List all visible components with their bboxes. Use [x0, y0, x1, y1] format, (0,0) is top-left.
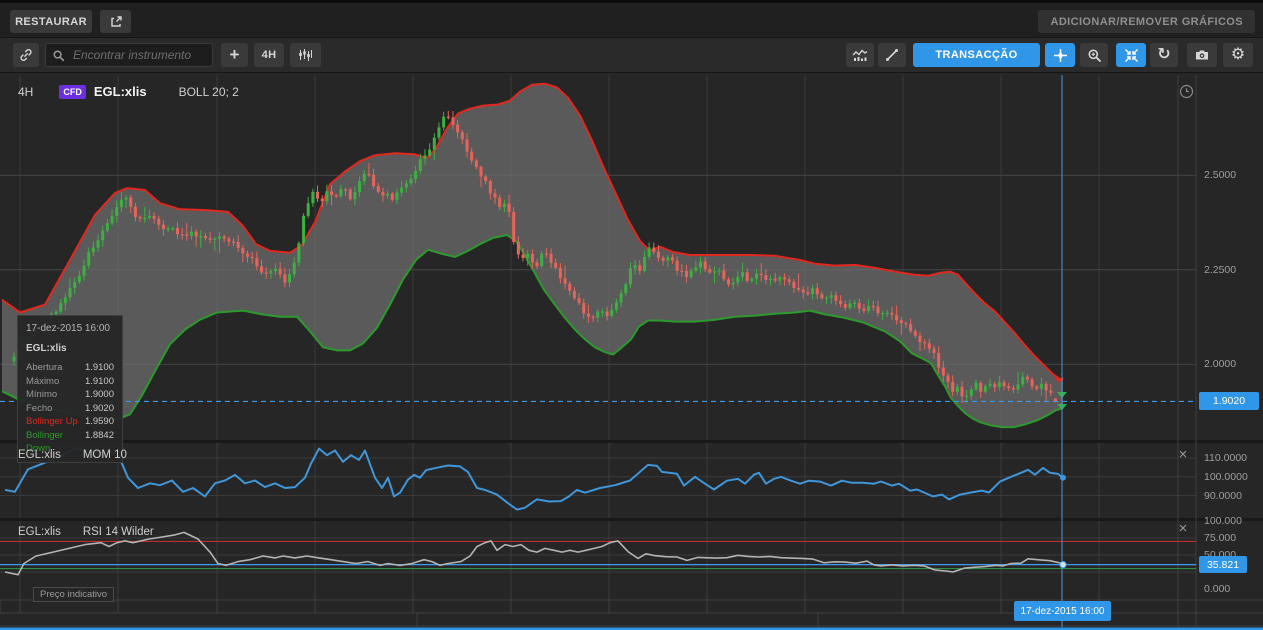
price-axis-label: 2.2500: [1204, 264, 1236, 276]
tooltip-row: Abertura1.9100: [26, 361, 114, 375]
add-instrument-button[interactable]: +: [221, 43, 248, 67]
indicator-button[interactable]: [846, 43, 874, 67]
cfd-badge: CFD: [59, 85, 86, 99]
refresh-button[interactable]: ↻: [1150, 43, 1178, 67]
mom-panel-header: EGL:xlis MOM 10: [18, 449, 127, 461]
tooltip-row: Fecho1.9020: [26, 402, 114, 416]
rsi-value-badge: 35.821: [1199, 556, 1247, 573]
plus-icon: +: [230, 45, 240, 65]
external-link-icon: [109, 15, 123, 29]
restore-button[interactable]: RESTAURAR: [10, 10, 92, 33]
open-window-button[interactable]: [100, 10, 131, 33]
add-remove-charts-button[interactable]: ADICIONAR/REMOVER GRÁFICOS: [1038, 10, 1255, 33]
camera-icon: [1194, 48, 1210, 62]
instrument-search[interactable]: [45, 43, 213, 67]
zoom-in-icon: [1087, 48, 1102, 63]
search-icon: [52, 49, 65, 62]
rsi-axis-label: 0.000: [1204, 583, 1230, 595]
crosshair-button[interactable]: [1045, 43, 1075, 67]
rsi-symbol-label: EGL:xlis: [18, 526, 61, 538]
candlestick-icon: [298, 48, 313, 62]
chart-toolbar: + 4H TRANSACÇÃO: [0, 37, 1263, 73]
gear-icon: ⚙: [1231, 44, 1245, 64]
crosshair-date-badge: 17-dez-2015 16:00: [1014, 601, 1111, 621]
search-input[interactable]: [71, 47, 206, 63]
rsi-panel-header: EGL:xlis RSI 14 Wilder: [18, 526, 154, 538]
price-axis-label: 2.5000: [1204, 169, 1236, 181]
zoom-button[interactable]: [1080, 43, 1108, 67]
tooltip-date: 17-dez-2015 16:00: [26, 323, 114, 334]
tooltip-row: Bollinger Up1.9590: [26, 415, 114, 429]
area-chart-icon: [852, 48, 868, 62]
collapse-arrows-icon: [1124, 48, 1139, 63]
transaction-button[interactable]: TRANSACÇÃO: [913, 43, 1040, 67]
chart-header: 4H CFD EGL:xlis BOLL 20; 2: [18, 84, 239, 99]
price-axis-label: 2.0000: [1204, 358, 1236, 370]
tooltip-row: Máximo1.9100: [26, 375, 114, 389]
snapshot-button[interactable]: [1187, 43, 1217, 67]
title-bar: RESTAURAR ADICIONAR/REMOVER GRÁFICOS: [0, 0, 1263, 37]
bollinger-indicator-label[interactable]: BOLL 20; 2: [179, 85, 239, 99]
last-price-badge: 1.9020: [1199, 392, 1259, 410]
chart-style-button[interactable]: [290, 43, 321, 67]
mom-symbol-label: EGL:xlis: [18, 449, 61, 461]
clock-icon[interactable]: [1179, 84, 1194, 99]
tooltip-row: Mínimo1.9000: [26, 388, 114, 402]
settings-button[interactable]: ⚙: [1223, 43, 1253, 67]
link-icon: [19, 48, 33, 62]
indicative-price-note: Preço indicativo: [33, 587, 114, 602]
mom-close-button[interactable]: ×: [1176, 449, 1190, 463]
chart-interval-label: 4H: [18, 85, 33, 99]
trading-platform: RESTAURAR ADICIONAR/REMOVER GRÁFICOS + 4…: [0, 0, 1263, 630]
link-chart-button[interactable]: [13, 43, 39, 67]
trend-line-icon: [885, 48, 899, 62]
refresh-icon: ↻: [1157, 44, 1170, 64]
ohlc-tooltip: 17-dez-2015 16:00 EGL:xlis Abertura1.910…: [17, 315, 123, 463]
rsi-axis-label: 75.000: [1204, 532, 1236, 544]
mom-axis-label: 100.0000: [1204, 471, 1248, 483]
fit-screen-button[interactable]: [1116, 43, 1146, 67]
interval-button[interactable]: 4H: [254, 43, 284, 67]
chart-symbol-label[interactable]: EGL:xlis: [94, 84, 147, 99]
rsi-axis-label: 100.000: [1204, 515, 1242, 527]
rsi-indicator-label[interactable]: RSI 14 Wilder: [83, 526, 154, 538]
rsi-close-button[interactable]: ×: [1176, 523, 1190, 537]
tooltip-symbol: EGL:xlis: [26, 343, 114, 354]
crosshair-icon: [1053, 48, 1068, 63]
draw-line-button[interactable]: [878, 43, 906, 67]
mom-axis-label: 90.0000: [1204, 490, 1242, 502]
mom-indicator-label[interactable]: MOM 10: [83, 449, 127, 461]
mom-axis-label: 110.0000: [1204, 452, 1247, 464]
